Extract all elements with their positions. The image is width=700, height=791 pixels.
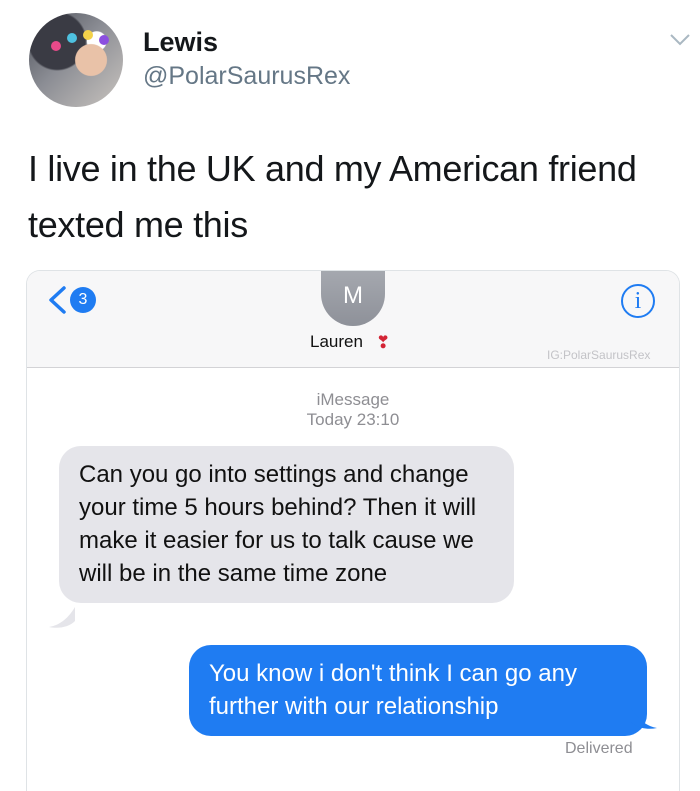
contact-name[interactable]: Lauren — [310, 332, 363, 352]
outgoing-message-bubble[interactable]: You know i don't think I can go any furt… — [189, 645, 647, 736]
unread-badge[interactable]: 3 — [70, 287, 96, 313]
chevron-down-icon[interactable] — [668, 32, 692, 48]
flower-crown-dot — [67, 33, 77, 43]
flower-crown-dot — [99, 35, 109, 45]
flower-crown-dot — [83, 30, 93, 40]
author-name[interactable]: Lewis — [143, 27, 218, 58]
back-chevron-icon[interactable] — [47, 286, 67, 314]
heart-exclamation-icon: ❣ — [376, 333, 391, 352]
tweet-text: I live in the UK and my American friend … — [28, 148, 637, 245]
conversation-header: 3 M Lauren ❣ i IG:PolarSaurusRex — [27, 271, 679, 368]
screenshot-image: 3 M Lauren ❣ i IG:PolarSaurusRex iMessag… — [26, 270, 680, 791]
delivery-status: Delivered — [565, 740, 633, 757]
author-handle[interactable]: @PolarSaurusRex — [143, 62, 350, 91]
incoming-message-bubble[interactable]: Can you go into settings and change your… — [59, 446, 514, 603]
avatar[interactable] — [29, 13, 123, 107]
contact-avatar[interactable]: M — [321, 271, 385, 326]
message-text: Can you go into settings and change your… — [79, 461, 477, 587]
info-icon[interactable]: i — [621, 284, 655, 318]
message-timestamp: Today 23:10 — [306, 410, 400, 429]
flower-crown-dot — [51, 41, 61, 51]
watermark: IG:PolarSaurusRex — [547, 348, 651, 362]
bubble-tail-outgoing — [631, 708, 657, 729]
service-label: iMessage — [316, 390, 390, 409]
bubble-tail-incoming — [49, 607, 75, 628]
message-text: You know i don't think I can go any furt… — [209, 660, 577, 720]
